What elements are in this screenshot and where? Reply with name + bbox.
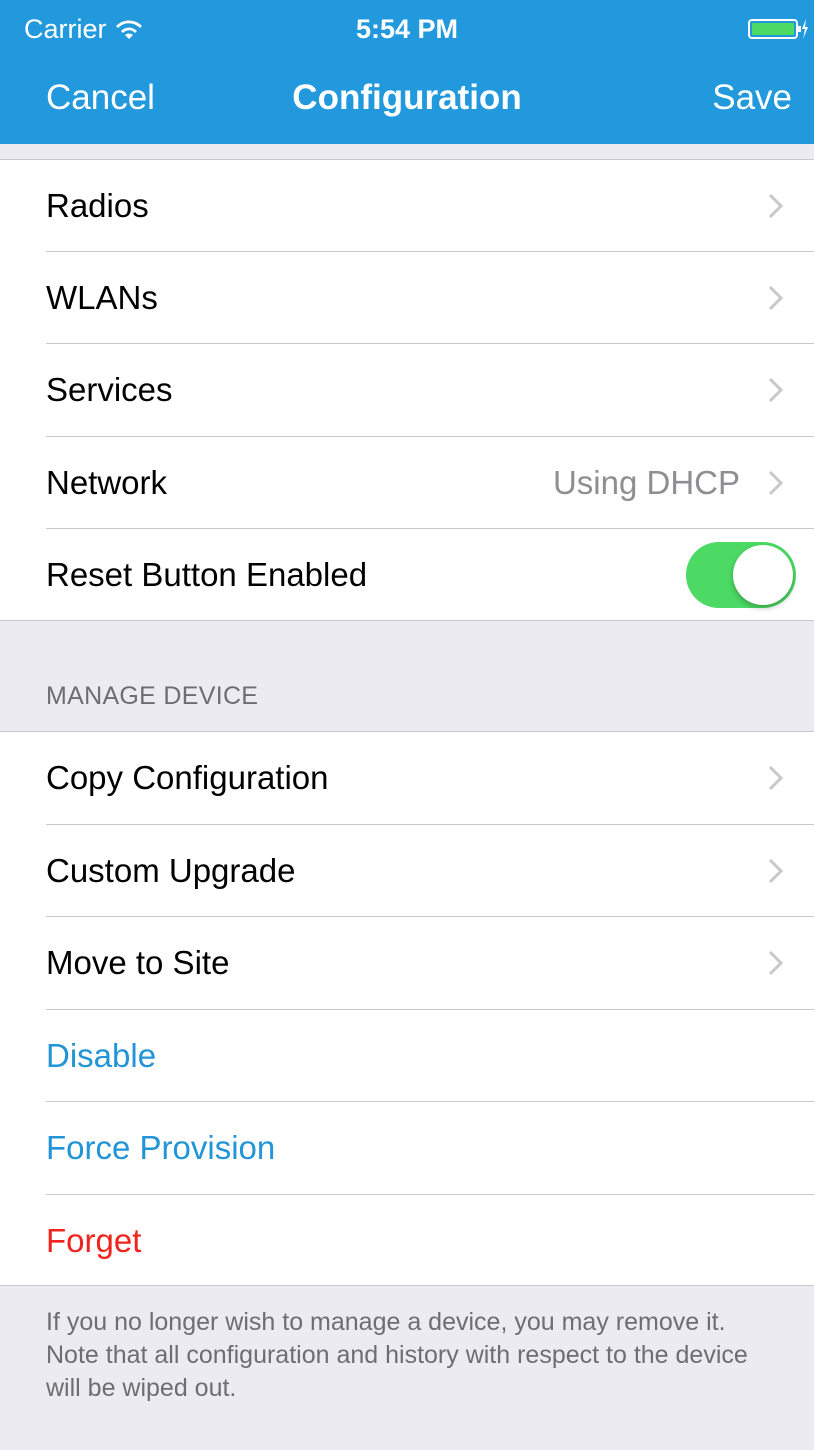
status-bar: Carrier 5:54 PM xyxy=(0,0,814,60)
custom-upgrade-row[interactable]: Custom Upgrade xyxy=(0,825,814,918)
section-footer-note: If you no longer wish to manage a device… xyxy=(46,1308,748,1402)
row-label: Move to Site xyxy=(46,944,230,982)
row-label: Custom Upgrade xyxy=(46,851,296,889)
forget-button[interactable]: Forget xyxy=(0,1195,814,1288)
move-to-site-row[interactable]: Move to Site xyxy=(0,917,814,1010)
row-label: Network xyxy=(46,463,168,501)
chevron-right-icon xyxy=(768,378,784,403)
reset-button-enabled-row: Reset Button Enabled xyxy=(0,529,814,621)
row-label: Copy Configuration xyxy=(46,759,329,797)
wlans-row[interactable]: WLANs xyxy=(0,252,814,345)
services-row[interactable]: Services xyxy=(0,344,814,437)
app-header: Carrier 5:54 PM Cancel Configuration Sav… xyxy=(0,0,814,144)
manage-device-group: Copy Configuration Custom Upgrade Move t… xyxy=(0,731,814,1286)
save-button[interactable]: Save xyxy=(712,78,792,118)
chevron-right-icon xyxy=(768,194,784,219)
chevron-right-icon xyxy=(768,951,784,976)
row-label: Services xyxy=(46,371,173,409)
row-label: Disable xyxy=(46,1036,157,1074)
row-label: Force Provision xyxy=(46,1129,276,1167)
chevron-right-icon xyxy=(768,858,784,883)
force-provision-button[interactable]: Force Provision xyxy=(0,1102,814,1195)
row-label: Forget xyxy=(46,1221,142,1259)
radios-row[interactable]: Radios xyxy=(0,160,814,253)
chevron-right-icon xyxy=(768,470,784,495)
configuration-group: Radios WLANs Services Network Using DHCP… xyxy=(0,160,814,621)
network-row[interactable]: Network Using DHCP xyxy=(0,437,814,529)
chevron-right-icon xyxy=(768,286,784,311)
page-title: Configuration xyxy=(292,78,522,117)
row-label: Radios xyxy=(46,187,149,225)
chevron-right-icon xyxy=(768,766,784,791)
status-time: 5:54 PM xyxy=(355,14,459,44)
network-value: Using DHCP xyxy=(552,463,740,501)
row-label: WLANs xyxy=(46,279,158,317)
section-header-manage-device: MANAGE DEVICE xyxy=(46,682,259,710)
copy-configuration-row[interactable]: Copy Configuration xyxy=(0,732,814,825)
top-spacer xyxy=(0,144,814,160)
row-label: Reset Button Enabled xyxy=(46,555,368,593)
toggle-knob xyxy=(733,544,793,605)
reset-button-toggle[interactable] xyxy=(686,541,796,608)
navigation-bar: Cancel Configuration Save xyxy=(0,60,814,144)
disable-button[interactable]: Disable xyxy=(0,1010,814,1103)
battery-charging-icon xyxy=(748,19,808,39)
